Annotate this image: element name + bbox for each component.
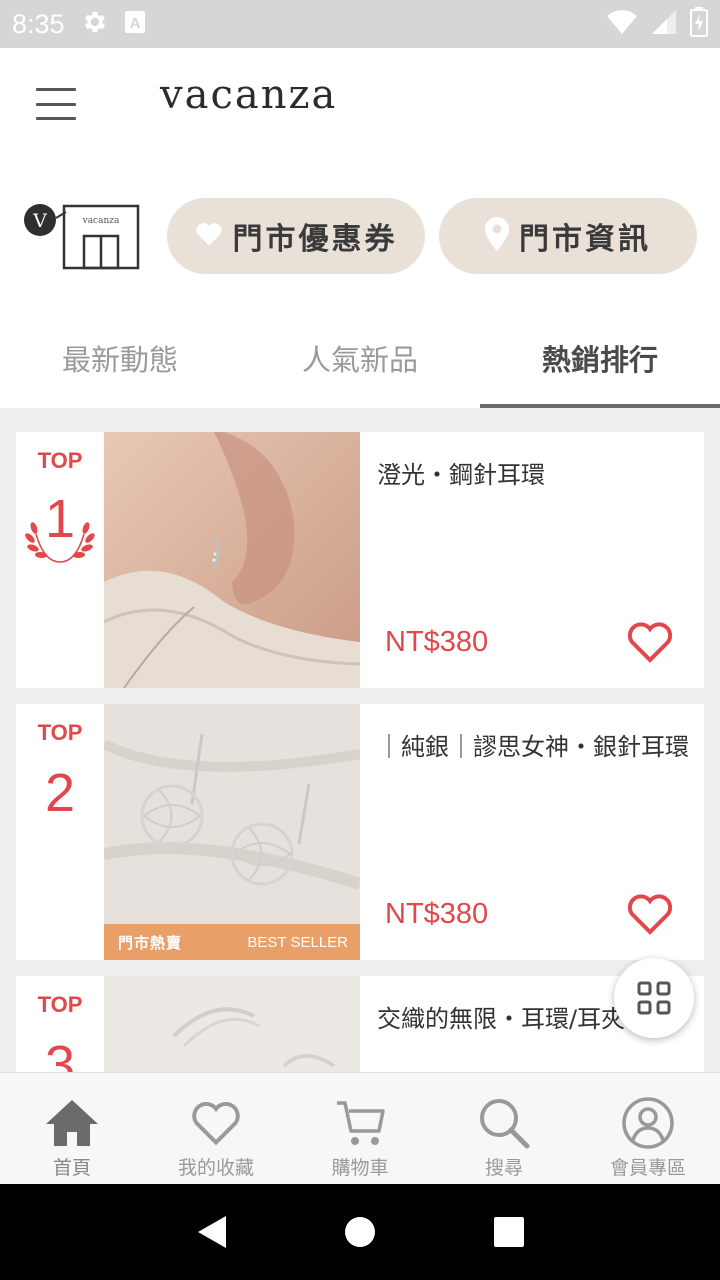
nav-search[interactable]: 搜尋 bbox=[432, 1073, 576, 1184]
back-icon[interactable] bbox=[187, 1208, 235, 1256]
grid-icon[interactable] bbox=[614, 958, 694, 1038]
product-image[interactable] bbox=[104, 432, 360, 688]
product-card[interactable]: TOP 1 澄光・鋼針耳環 NT$380 bbox=[16, 432, 704, 688]
tab-popular-new[interactable]: 人氣新品 bbox=[240, 308, 480, 408]
rank-number: 3 bbox=[44, 1035, 76, 1072]
product-card[interactable]: TOP 2 門市熱賣 BEST SELLER ｜純銀｜謬思女神・銀針耳環 NT$… bbox=[16, 704, 704, 960]
bottom-nav: 首頁 我的收藏 購物車 搜尋 會員專區 bbox=[0, 1072, 720, 1184]
nav-home[interactable]: 首頁 bbox=[0, 1073, 144, 1184]
badge-store-hot: 門市熱賣 bbox=[118, 933, 183, 952]
rank-label: TOP bbox=[37, 448, 83, 473]
home-circle-icon[interactable] bbox=[336, 1208, 384, 1256]
product-card[interactable]: TOP 3 交織的無限・耳環/耳夾 bbox=[16, 976, 704, 1072]
product-price: NT$380 bbox=[385, 626, 489, 658]
recents-icon[interactable] bbox=[485, 1208, 533, 1256]
product-name[interactable]: 澄光・鋼針耳環 bbox=[377, 456, 692, 494]
nav-member-label: 會員專區 bbox=[609, 1157, 686, 1179]
product-name[interactable]: ｜純銀｜謬思女神・銀針耳環 bbox=[377, 728, 692, 766]
app-header: vacanza bbox=[0, 48, 720, 160]
system-nav-bar bbox=[0, 1184, 720, 1280]
store-row: vacanza V 門市優惠券 門市資訊 bbox=[0, 160, 720, 308]
rank-badge: TOP 2 bbox=[16, 704, 104, 960]
rank-label: TOP bbox=[37, 992, 83, 1017]
rank-label: TOP bbox=[37, 720, 83, 745]
nav-cart[interactable]: 購物車 bbox=[288, 1073, 432, 1184]
nav-search-label: 搜尋 bbox=[484, 1157, 523, 1179]
cart-icon bbox=[332, 1095, 388, 1151]
nav-home-label: 首頁 bbox=[52, 1157, 91, 1179]
brand-logo: vacanza bbox=[160, 72, 338, 118]
heart-icon bbox=[188, 1095, 244, 1151]
product-price: NT$380 bbox=[385, 898, 489, 930]
status-bar: 8:35 A bbox=[0, 0, 720, 48]
store-info-button[interactable]: 門市資訊 bbox=[439, 198, 697, 274]
status-time: 8:35 bbox=[12, 8, 65, 39]
hamburger-icon[interactable] bbox=[36, 88, 76, 120]
product-image[interactable]: 門市熱賣 BEST SELLER bbox=[104, 704, 360, 960]
battery-icon bbox=[690, 7, 708, 41]
store-coupon-button[interactable]: 門市優惠券 bbox=[167, 198, 425, 274]
badge-best-seller: BEST SELLER bbox=[247, 933, 348, 951]
product-info: ｜純銀｜謬思女神・銀針耳環 NT$380 bbox=[360, 704, 704, 960]
user-icon bbox=[620, 1095, 676, 1151]
nav-favorites-label: 我的收藏 bbox=[177, 1157, 254, 1179]
location-pin-icon bbox=[485, 217, 509, 255]
tab-best-sellers[interactable]: 熱銷排行 bbox=[480, 308, 720, 408]
gear-icon bbox=[81, 8, 109, 40]
nav-favorites[interactable]: 我的收藏 bbox=[144, 1073, 288, 1184]
product-image[interactable] bbox=[104, 976, 360, 1072]
rank-number: 1 bbox=[44, 489, 76, 549]
best-seller-badge: 門市熱賣 BEST SELLER bbox=[104, 924, 360, 960]
keyboard-a-icon: A bbox=[123, 9, 147, 39]
store-logo-text: vacanza bbox=[82, 216, 120, 226]
home-icon bbox=[44, 1095, 100, 1151]
favorite-heart-icon[interactable] bbox=[626, 892, 674, 936]
store-info-label: 門市資訊 bbox=[519, 222, 651, 257]
nav-cart-label: 購物車 bbox=[331, 1157, 389, 1179]
svg-text:V: V bbox=[32, 210, 47, 232]
product-list: TOP 1 澄光・鋼針耳環 NT$380 TOP 2 門市熱賣 BEST SEL… bbox=[0, 408, 720, 1072]
store-coupon-label: 門市優惠券 bbox=[232, 222, 398, 257]
signal-icon bbox=[650, 8, 678, 40]
rank-badge: TOP 3 bbox=[16, 976, 104, 1072]
storefront-icon[interactable]: vacanza V bbox=[22, 202, 142, 274]
wifi-icon bbox=[606, 9, 638, 39]
tab-bar: 最新動態 人氣新品 熱銷排行 bbox=[0, 308, 720, 408]
rank-number: 2 bbox=[44, 763, 76, 823]
svg-text:A: A bbox=[129, 15, 140, 32]
product-info: 澄光・鋼針耳環 NT$380 bbox=[360, 432, 704, 688]
favorite-heart-icon[interactable] bbox=[626, 620, 674, 664]
nav-member[interactable]: 會員專區 bbox=[576, 1073, 720, 1184]
tab-latest-news[interactable]: 最新動態 bbox=[0, 308, 240, 408]
search-icon bbox=[476, 1095, 532, 1151]
rank-badge: TOP 1 bbox=[16, 432, 104, 688]
heart-icon bbox=[195, 221, 223, 251]
